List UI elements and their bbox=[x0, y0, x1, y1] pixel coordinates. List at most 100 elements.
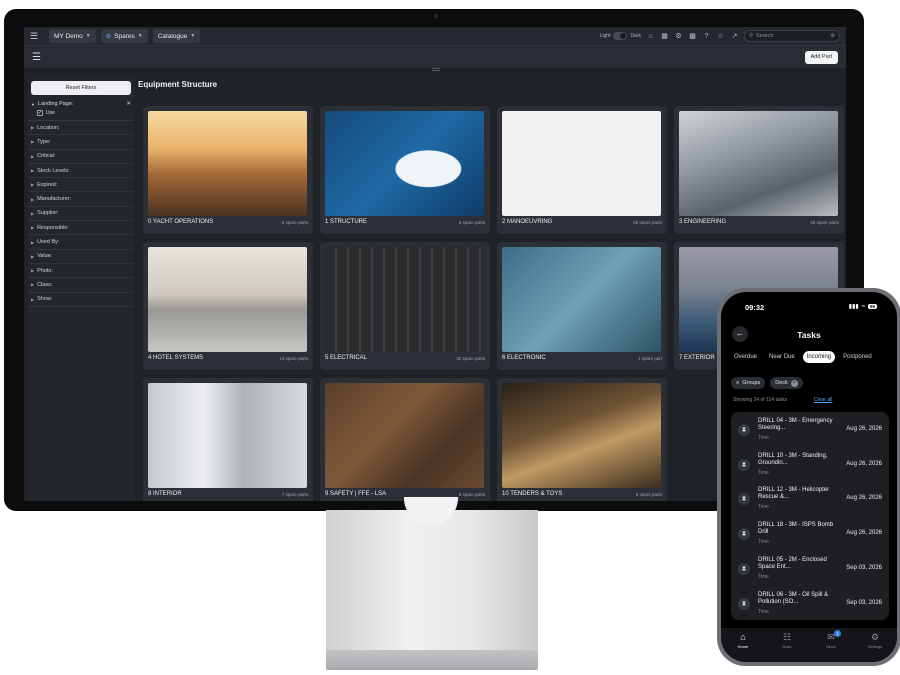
spare-parts-count: 35 spare parts bbox=[810, 220, 839, 225]
chevron-right-icon: ▶ bbox=[31, 268, 35, 274]
task-title: DRILL 12 - 3M - Helicopter Rescue &... bbox=[758, 487, 830, 501]
chevron-right-icon: ▶ bbox=[31, 125, 35, 131]
showing-count: Showing 24 of 114 tasks bbox=[733, 397, 788, 403]
filter-chips: ≡ Groups Deck × bbox=[731, 377, 803, 389]
clear-search-icon[interactable]: ⊗ bbox=[830, 33, 835, 39]
toolbar: ☰ Add Part bbox=[24, 46, 846, 68]
equipment-card[interactable]: 3 ENGINEERING 35 spare parts bbox=[674, 106, 844, 234]
card-title: 6 ELECTRONIC bbox=[502, 355, 546, 361]
help-icon[interactable]: ? bbox=[702, 33, 711, 40]
nav-inbox[interactable]: ✉ Inbox 1 bbox=[813, 630, 849, 662]
use-checkbox[interactable]: ✓ bbox=[37, 110, 43, 116]
task-due-date: Aug 26, 2026 bbox=[846, 495, 882, 502]
notification-badge: 1 bbox=[834, 630, 841, 637]
filter-label: Manufacturer: bbox=[37, 196, 72, 203]
spare-parts-count: 0 spare parts bbox=[281, 220, 308, 225]
equipment-card[interactable]: 9 SAFETY | FFE - LSA 9 spare parts bbox=[320, 378, 490, 501]
filter-row[interactable]: ▶ Expired: bbox=[28, 178, 134, 193]
deck-chip[interactable]: Deck × bbox=[770, 377, 803, 389]
spare-parts-count: 7 spare parts bbox=[281, 492, 308, 497]
theme-light-label: Light bbox=[599, 33, 611, 39]
filter-row[interactable]: ▶ Critical: bbox=[28, 150, 134, 164]
task-title: DRILL 18 - 3M - ISPS Bomb Drill bbox=[758, 522, 834, 536]
company-dropdown-label: MY Demo bbox=[54, 32, 83, 40]
filter-row[interactable]: ▶ Used By: bbox=[28, 235, 134, 250]
equipment-card[interactable]: 0 YACHT OPERATIONS 0 spare parts bbox=[143, 106, 313, 234]
task-item[interactable]: ⧗ DRILL 05 - 2M - Enclosed Space Ent... Ti… bbox=[731, 551, 889, 586]
tab-overdue[interactable]: Overdue bbox=[730, 351, 761, 363]
equipment-card[interactable]: 1 STRUCTURE 2 spare parts bbox=[320, 106, 490, 234]
dynamic-island bbox=[779, 299, 839, 314]
search-box[interactable]: ⚲ Search ⊗ bbox=[744, 30, 840, 42]
home-icon[interactable]: ⌂ bbox=[646, 33, 655, 40]
tab-incoming[interactable]: Incoming bbox=[802, 351, 836, 363]
task-item[interactable]: ⧗ DRILL 12 - 3M - Helicopter Rescue &... T… bbox=[731, 481, 889, 516]
filter-row[interactable]: ▶ Photo: bbox=[28, 264, 134, 279]
filter-row[interactable]: ▶ Class: bbox=[28, 278, 134, 293]
hamburger-menu-icon[interactable]: ☰ bbox=[32, 52, 41, 63]
status-time: 09:32 bbox=[745, 303, 765, 312]
card-title: 8 INTERIOR bbox=[148, 491, 182, 497]
chevron-down-icon[interactable]: ▼ bbox=[31, 102, 35, 107]
equipment-card[interactable]: 2 MANOEUVRING 55 spare parts bbox=[497, 106, 667, 234]
equipment-card[interactable]: 4 HOTEL SYSTEMS 13 spare parts bbox=[143, 242, 313, 370]
app-logo-icon[interactable]: ☰ bbox=[30, 31, 44, 41]
filter-row[interactable]: ▶ Value: bbox=[28, 250, 134, 264]
add-part-button[interactable]: Add Part bbox=[804, 50, 838, 64]
equipment-photo bbox=[148, 247, 307, 352]
filter-row[interactable]: ▶ Supplier: bbox=[28, 207, 134, 222]
task-due-date: Aug 26, 2026 bbox=[846, 426, 882, 432]
spare-parts-count: 9 spare parts bbox=[458, 492, 485, 497]
equipment-card[interactable]: 5 ELECTRICAL 32 spare parts bbox=[320, 242, 490, 370]
clear-all-link[interactable]: Clear all bbox=[814, 397, 832, 403]
hourglass-icon: ⧗ bbox=[738, 562, 750, 575]
signal-icon: ▮▮▮ bbox=[848, 304, 859, 310]
filter-row[interactable]: ▶ Stock Levels: bbox=[28, 164, 134, 179]
task-type: Time bbox=[758, 504, 769, 511]
filter-sidebar: Reset Filters ▼ Landing Page: ✕ ✓ Use ▶ L… bbox=[28, 77, 134, 501]
equipment-card[interactable]: 8 INTERIOR 7 spare parts bbox=[143, 378, 313, 501]
groups-chip[interactable]: ≡ Groups bbox=[731, 377, 766, 389]
equipment-photo bbox=[502, 247, 661, 352]
star-icon[interactable]: ☆ bbox=[716, 32, 725, 40]
close-icon[interactable]: ✕ bbox=[126, 101, 131, 107]
spare-parts-count: 55 spare parts bbox=[633, 220, 662, 225]
task-item[interactable]: ⧗ DRILL 04 - 3M - Emergency Steering... Ti… bbox=[731, 412, 889, 447]
landing-page-label: Landing Page: bbox=[37, 101, 74, 107]
nav-home[interactable]: ⌂ Home bbox=[725, 632, 761, 662]
equipment-card[interactable]: 6 ELECTRONIC 1 spare part bbox=[497, 242, 667, 370]
theme-switch[interactable]: Light Dark bbox=[600, 32, 641, 40]
wifi-icon: ≈ bbox=[861, 303, 865, 310]
remove-chip-icon[interactable]: × bbox=[790, 379, 798, 387]
equipment-photo bbox=[325, 247, 484, 352]
module-dropdown[interactable]: ⚙ Spares ▼ bbox=[100, 29, 148, 43]
task-type: Time bbox=[758, 539, 769, 546]
nav-settings[interactable]: ⚙ Settings bbox=[857, 632, 893, 662]
tab-near-due[interactable]: Near Due bbox=[765, 351, 799, 363]
calendar-icon[interactable]: ▦ bbox=[660, 32, 669, 40]
theme-toggle[interactable] bbox=[613, 32, 628, 40]
view-dropdown[interactable]: Catalogue ▼ bbox=[152, 29, 201, 43]
filter-row[interactable]: ▶ Location: bbox=[28, 121, 134, 136]
qr-code-icon[interactable]: ▩ bbox=[688, 32, 697, 40]
reset-filters-button[interactable]: Reset Filters bbox=[31, 81, 131, 95]
filter-row[interactable]: ▶ Show: bbox=[28, 293, 134, 307]
nav-scan[interactable]: ☷ Scan bbox=[769, 632, 805, 662]
tab-postponed[interactable]: Postponed bbox=[839, 351, 876, 363]
filter-row[interactable]: ▶ Manufacturer: bbox=[28, 192, 134, 207]
filter-label: Stock Levels: bbox=[37, 167, 70, 174]
task-item[interactable]: ⧗ DRILL 06 - 3M - Oil Spill & Pollution (… bbox=[731, 586, 889, 621]
task-item[interactable]: ⧗ DRILL 18 - 3M - ISPS Bomb Drill Time Aug … bbox=[731, 516, 889, 551]
module-dropdown-label: Spares bbox=[114, 32, 135, 40]
hourglass-icon: ⧗ bbox=[738, 528, 750, 541]
expand-icon[interactable]: ↗ bbox=[730, 32, 739, 40]
filter-row[interactable]: ▶ Type: bbox=[28, 135, 134, 150]
settings-icon[interactable]: ⚙ bbox=[674, 32, 683, 40]
drag-handle-icon[interactable] bbox=[432, 68, 440, 71]
filter-row[interactable]: ▶ Responsible: bbox=[28, 221, 134, 236]
hourglass-icon: ⧗ bbox=[738, 493, 750, 506]
equipment-card[interactable]: 10 TENDERS & TOYS 6 spare parts bbox=[497, 378, 667, 501]
company-dropdown[interactable]: MY Demo ▼ bbox=[49, 29, 96, 43]
card-title: 9 SAFETY | FFE - LSA bbox=[325, 491, 387, 497]
task-item[interactable]: ⧗ DRILL 10 - 3M - Standing, Groundin... Ti… bbox=[731, 447, 889, 482]
